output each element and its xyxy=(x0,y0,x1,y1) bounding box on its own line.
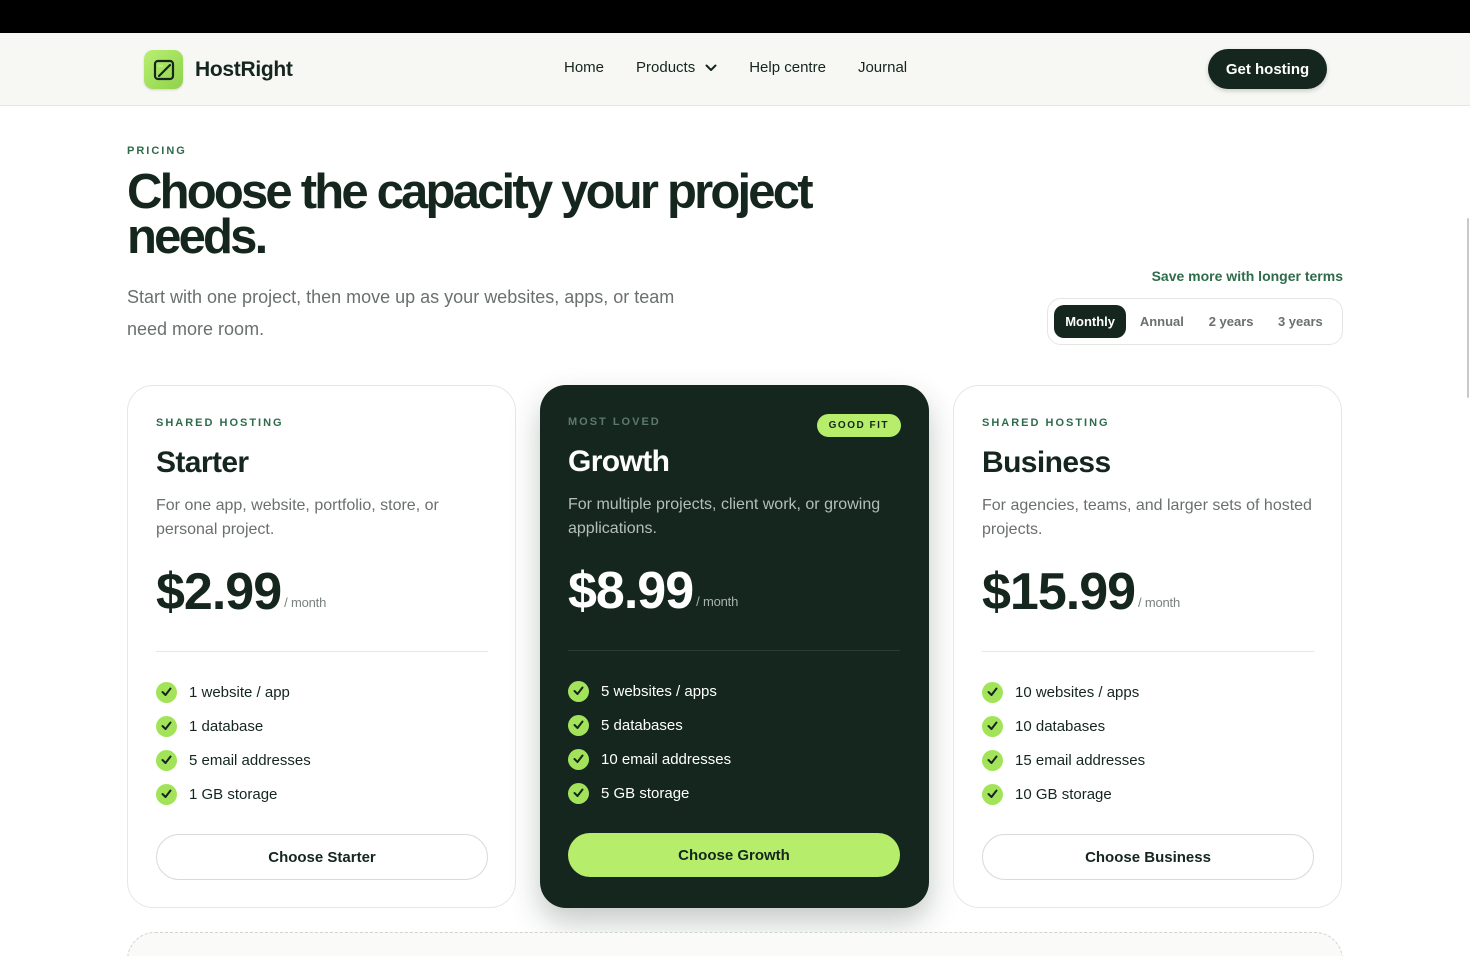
billing-note: Save more with longer terms xyxy=(1151,268,1343,284)
feature-label: 1 GB storage xyxy=(189,785,278,803)
next-section-panel xyxy=(127,932,1343,956)
browser-top-bar xyxy=(0,0,1470,33)
plan-divider xyxy=(156,651,488,652)
plan-card-business: SHARED HOSTING Business For agencies, te… xyxy=(953,385,1342,908)
plan-description: For agencies, teams, and larger sets of … xyxy=(982,497,1312,538)
section-eyebrow: PRICING xyxy=(127,145,187,157)
check-icon xyxy=(982,783,1003,805)
page-title: Choose the capacity your project needs. xyxy=(127,165,814,264)
nav-help-centre-label: Help centre xyxy=(749,59,826,76)
check-icon xyxy=(982,749,1003,771)
feature-label: 5 databases xyxy=(601,716,683,734)
term-monthly[interactable]: Monthly xyxy=(1054,305,1127,338)
good-fit-badge: GOOD FIT xyxy=(816,414,901,437)
check-icon xyxy=(568,748,589,770)
get-hosting-button[interactable]: Get hosting xyxy=(1208,49,1327,89)
feature-item: 5 email addresses xyxy=(156,743,311,777)
feature-label: 15 email addresses xyxy=(1015,751,1146,769)
feature-label: 1 database xyxy=(189,717,264,735)
choose-business-button[interactable]: Choose Business xyxy=(982,834,1314,880)
feature-label: 5 email addresses xyxy=(189,751,311,769)
feature-item: 10 databases xyxy=(982,709,1145,743)
nav-products-label: Products xyxy=(636,59,696,76)
plan-price: $8.99 xyxy=(568,562,694,620)
term-2-years[interactable]: 2 years xyxy=(1197,305,1264,338)
check-icon xyxy=(568,714,589,736)
nav-help-centre[interactable]: Help centre xyxy=(749,59,826,76)
nav-products[interactable]: Products xyxy=(636,59,717,76)
main-nav: Home Products Help centre Journal xyxy=(564,59,939,76)
plan-features: 10 websites / apps 10 databases 15 email… xyxy=(982,675,1145,811)
choose-growth-button[interactable]: Choose Growth xyxy=(568,833,900,877)
chevron-down-icon xyxy=(705,64,717,72)
brand-name: HostRight xyxy=(195,57,293,81)
plan-period: / month xyxy=(284,595,327,610)
feature-label: 10 email addresses xyxy=(601,750,732,768)
feature-label: 10 databases xyxy=(1015,717,1106,735)
check-icon xyxy=(982,681,1003,703)
nav-journal[interactable]: Journal xyxy=(858,59,907,76)
check-icon xyxy=(156,783,177,805)
feature-label: 5 GB storage xyxy=(601,784,690,802)
feature-item: 5 GB storage xyxy=(568,776,731,810)
choose-starter-button[interactable]: Choose Starter xyxy=(156,834,488,880)
nav-home-label: Home xyxy=(564,59,605,76)
check-icon xyxy=(156,681,177,703)
feature-label: 5 websites / apps xyxy=(601,682,717,700)
plan-name: Starter xyxy=(156,446,249,479)
logo-mark-icon xyxy=(144,50,183,89)
feature-item: 10 email addresses xyxy=(568,742,731,776)
scrollbar-thumb[interactable] xyxy=(1467,218,1469,398)
plan-features: 1 website / app 1 database 5 email addre… xyxy=(156,675,311,811)
check-icon xyxy=(156,749,177,771)
feature-label: 1 website / app xyxy=(189,683,290,701)
plan-eyebrow: SHARED HOSTING xyxy=(156,417,284,429)
check-icon xyxy=(568,680,589,702)
plan-price-row: $8.99 / month xyxy=(568,561,738,621)
feature-item: 1 database xyxy=(156,709,311,743)
check-icon xyxy=(568,782,589,804)
feature-label: 10 websites / apps xyxy=(1015,683,1140,701)
plan-description: For one app, website, portfolio, store, … xyxy=(156,497,439,538)
plan-card-starter: SHARED HOSTING Starter For one app, webs… xyxy=(127,385,516,908)
plan-divider xyxy=(982,651,1314,652)
plan-eyebrow: MOST LOVED xyxy=(568,416,661,428)
feature-item: 15 email addresses xyxy=(982,743,1145,777)
page-scrollbar[interactable] xyxy=(1464,218,1470,398)
plan-card-growth: MOST LOVED GOOD FIT Growth For multiple … xyxy=(540,385,929,908)
page-subtitle: Start with one project, then move up as … xyxy=(127,287,675,339)
plan-divider xyxy=(568,650,900,651)
plan-name: Business xyxy=(982,446,1111,479)
plan-eyebrow: SHARED HOSTING xyxy=(982,417,1110,429)
feature-item: 10 websites / apps xyxy=(982,675,1145,709)
plan-price-row: $15.99 / month xyxy=(982,562,1180,622)
plan-name: Growth xyxy=(568,445,670,478)
plan-features: 5 websites / apps 5 databases 10 email a… xyxy=(568,674,731,810)
nav-home[interactable]: Home xyxy=(564,59,604,76)
check-icon xyxy=(156,715,177,737)
plan-price-row: $2.99 / month xyxy=(156,562,326,622)
plan-price: $2.99 xyxy=(156,563,282,621)
term-annual[interactable]: Annual xyxy=(1126,305,1197,338)
feature-item: 1 GB storage xyxy=(156,777,311,811)
feature-label: 10 GB storage xyxy=(1015,785,1112,803)
plan-period: / month xyxy=(696,594,739,609)
term-3-years[interactable]: 3 years xyxy=(1265,305,1336,338)
check-icon xyxy=(982,715,1003,737)
feature-item: 1 website / app xyxy=(156,675,311,709)
feature-item: 10 GB storage xyxy=(982,777,1145,811)
plan-period: / month xyxy=(1138,595,1181,610)
brand-logo[interactable]: HostRight xyxy=(144,50,293,89)
plan-description: For multiple projects, client work, or g… xyxy=(568,496,881,537)
site-header: HostRight Home Products Help centre Jour… xyxy=(0,33,1470,106)
plan-price: $15.99 xyxy=(982,563,1136,621)
feature-item: 5 websites / apps xyxy=(568,674,731,708)
feature-item: 5 databases xyxy=(568,708,731,742)
billing-term-switch: Monthly Annual 2 years 3 years xyxy=(1047,298,1343,345)
nav-journal-label: Journal xyxy=(857,59,908,76)
